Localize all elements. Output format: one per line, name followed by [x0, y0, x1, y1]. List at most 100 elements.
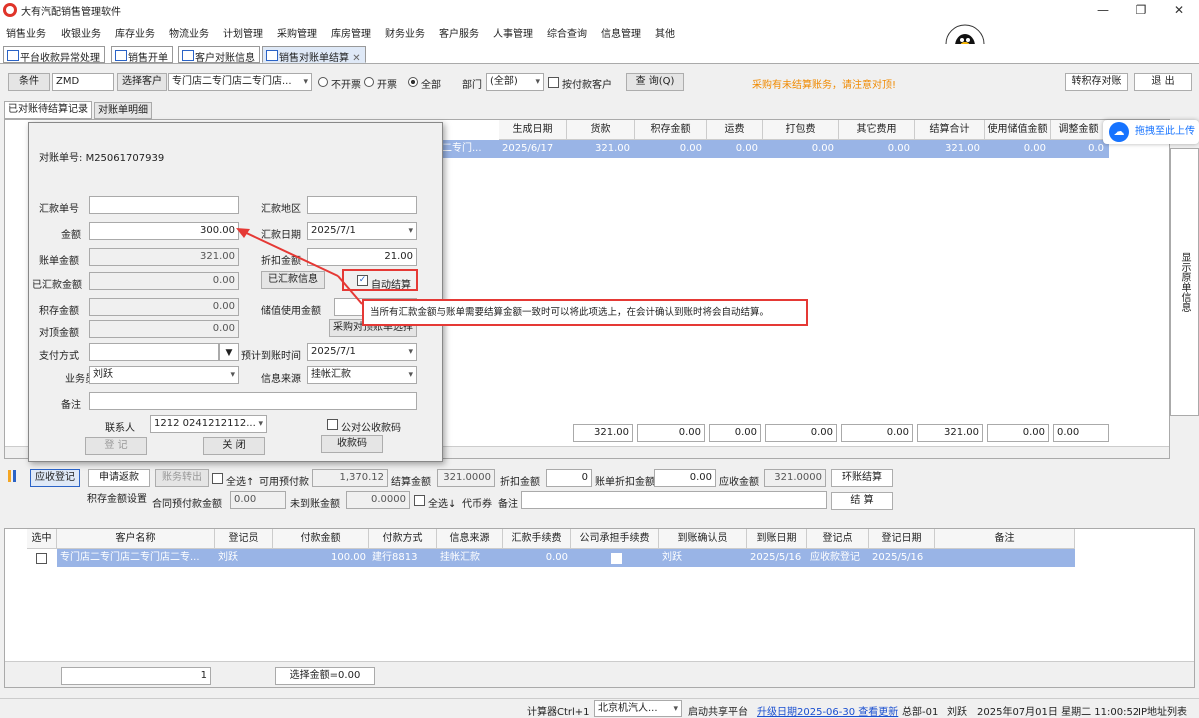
expected-date-picker[interactable]: 2025/7/1: [307, 343, 417, 361]
discount-mid-label: 折扣金额: [500, 477, 540, 488]
tab-sales-order[interactable]: 销售开单: [111, 46, 173, 64]
company-fee-checkbox[interactable]: [611, 553, 622, 564]
menu-inventory[interactable]: 库存业务: [115, 25, 155, 40]
handle-icon: [8, 470, 11, 482]
remitted-field: 0.00: [89, 272, 239, 290]
tab-label: 销售开单: [128, 53, 168, 64]
radio-all[interactable]: [408, 77, 418, 87]
auto-settle-tooltip: 当所有汇款金额与账单需要结算金额一致时可以将此项选上，在会计确认到账时将会自动结…: [362, 299, 808, 326]
minimize-button[interactable]: —: [1090, 2, 1116, 18]
tab-label: 平台收款异常处理: [20, 53, 100, 64]
ip-list-link[interactable]: IP地址列表: [1138, 703, 1187, 718]
public-account-checkbox[interactable]: [327, 419, 338, 430]
menu-warehouse[interactable]: 库房管理: [331, 25, 371, 40]
handle-icon: [13, 470, 16, 482]
radio-invoice[interactable]: [364, 77, 374, 87]
source-select[interactable]: 挂帐汇款: [307, 366, 417, 384]
dept-select[interactable]: (全部): [486, 73, 544, 91]
footer-sum: 选择金额=0.00: [275, 667, 375, 685]
cell-customer: 专门店二专门店二专门店二专...: [60, 552, 200, 563]
calculator-shortcut[interactable]: 计算器Ctrl+1: [527, 703, 590, 718]
qr-code-button[interactable]: 收款码: [321, 435, 383, 453]
cell-source: 挂帐汇款: [440, 552, 480, 563]
remit-no-input[interactable]: [89, 196, 239, 214]
remark-input[interactable]: [89, 392, 417, 410]
tab-sales-settlement[interactable]: 销售对账单结算 ✕: [262, 46, 366, 64]
by-payer-checkbox[interactable]: [548, 77, 559, 88]
select-all-up-checkbox[interactable]: [212, 473, 223, 484]
cell-arrive-date: 2025/5/16: [750, 552, 802, 563]
menu-hr[interactable]: 人事管理: [493, 25, 533, 40]
cell-amount: 100.00: [331, 552, 366, 563]
menu-purchase[interactable]: 采购管理: [277, 25, 317, 40]
menu-info[interactable]: 信息管理: [601, 25, 641, 40]
exit-button[interactable]: 退 出: [1134, 73, 1192, 91]
menu-sales[interactable]: 销售业务: [6, 25, 46, 40]
apply-rebate-button[interactable]: 申请返款: [88, 469, 150, 487]
bill-amount-label: 账单金额: [39, 256, 79, 267]
menu-query[interactable]: 综合查询: [547, 25, 587, 40]
tab-close-icon[interactable]: ✕: [352, 53, 360, 64]
public-account-label: 公对公收款码: [341, 423, 401, 434]
transfer-out-button[interactable]: 账务转出: [155, 469, 209, 487]
condition-button[interactable]: 条件: [8, 73, 50, 91]
maximize-button[interactable]: ❐: [1128, 2, 1154, 18]
show-original-info-panel[interactable]: 显示原单信息: [1170, 148, 1199, 416]
col-stored-use: 使用储值金额: [985, 120, 1051, 140]
mid-remark-input[interactable]: [521, 491, 827, 509]
discount-mid-input[interactable]: 0: [546, 469, 592, 487]
subtab-pending[interactable]: 已对账待结算记录: [4, 101, 92, 119]
menu-logistics[interactable]: 物流业务: [169, 25, 209, 40]
tab-label: 客户对账信息: [195, 53, 255, 64]
pay-method-select[interactable]: [89, 343, 219, 361]
row-select-checkbox[interactable]: [36, 553, 47, 564]
expected-label: 预计到账时间: [241, 351, 301, 362]
menu-other[interactable]: 其他: [655, 25, 675, 40]
dept-label: 部门: [462, 80, 482, 91]
stored-setting-button[interactable]: 积存金额设置: [84, 492, 150, 510]
stored-label: 积存金额: [39, 306, 79, 317]
tab-customer-recon[interactable]: 客户对账信息: [178, 46, 260, 64]
condition-input[interactable]: ZMD: [52, 73, 114, 91]
bill-discount-input[interactable]: 0.00: [654, 469, 716, 487]
amount-input[interactable]: 300.00: [89, 222, 239, 240]
mid-remark-label: 备注: [498, 499, 518, 510]
receivable-register-button[interactable]: 应收登记: [30, 469, 80, 487]
pay-method-dropdown-icon[interactable]: ▼: [219, 343, 239, 361]
select-all-down-checkbox[interactable]: [414, 495, 425, 506]
remitted-label: 已汇款金额: [32, 280, 82, 291]
menu-finance[interactable]: 财务业务: [385, 25, 425, 40]
subtab-detail[interactable]: 对账单明细: [94, 102, 152, 119]
radio-invoice-label: 开票: [377, 80, 397, 91]
tab-payment-exception[interactable]: 平台收款异常处理: [3, 46, 105, 64]
menu-cashier[interactable]: 收银业务: [61, 25, 101, 40]
register-button[interactable]: 登 记: [85, 437, 147, 455]
settle-button[interactable]: 结 算: [831, 492, 893, 510]
city-select[interactable]: 北京机汽人...: [594, 700, 682, 717]
close-window-button[interactable]: ✕: [1166, 2, 1192, 18]
menu-customer-service[interactable]: 客户服务: [439, 25, 479, 40]
receivable-label: 应收金额: [719, 477, 759, 488]
contact-select[interactable]: 1212 0241212112...: [150, 415, 267, 433]
salesman-select[interactable]: 刘跃: [89, 366, 239, 384]
transfer-stored-button[interactable]: 转积存对账: [1065, 73, 1128, 91]
upgrade-link[interactable]: 升级日期2025-06-30 查看更新: [757, 703, 898, 718]
customer-select[interactable]: 专门店二专门店二专门店...: [168, 73, 312, 91]
share-platform-link[interactable]: 启动共享平台: [688, 703, 748, 718]
select-customer-button[interactable]: 选择客户: [117, 73, 167, 91]
radio-no-invoice[interactable]: [318, 77, 328, 87]
drag-upload-widget[interactable]: ☁ 拖拽至此上传: [1103, 120, 1199, 144]
menu-plan[interactable]: 计划管理: [223, 25, 263, 40]
title-bar: 大有汽配销售管理软件 — ❐ ✕: [0, 0, 1199, 20]
remit-area-input[interactable]: [307, 196, 417, 214]
ring-settle-button[interactable]: 环账结算: [831, 469, 893, 487]
cell-method: 建行8813: [372, 552, 418, 563]
close-dialog-button[interactable]: 关 闭: [203, 437, 265, 455]
query-button[interactable]: 查 询(Q): [626, 73, 684, 91]
app-logo-icon: [3, 3, 17, 17]
bill-no-caption: 对账单号:: [39, 153, 83, 164]
total-adjust: 0.00: [1053, 424, 1109, 442]
col-select: 选中: [27, 529, 57, 549]
contact-label: 联系人: [105, 423, 135, 434]
prepay-label: 可用预付款: [259, 477, 309, 488]
